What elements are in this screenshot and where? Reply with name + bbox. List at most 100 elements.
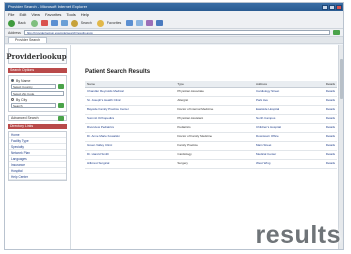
sidebar: Providerlookup Search Options By Name Se… <box>5 45 71 249</box>
menu-edit[interactable]: Edit <box>19 11 26 18</box>
provider-address[interactable]: Medical Center <box>253 150 311 160</box>
search-input[interactable]: Search <box>11 103 56 108</box>
back-label[interactable]: Back <box>18 21 26 25</box>
menu-tools[interactable]: Tools <box>66 11 75 18</box>
details-link[interactable]: Details <box>311 105 337 115</box>
zip-select[interactable]: Select Zip Code <box>11 91 64 96</box>
table-row[interactable]: Hillcrest Surgical Surgery West Wing Det… <box>85 159 337 169</box>
scroll-thumb[interactable] <box>340 59 343 99</box>
provider-type: Pediatrics <box>175 123 254 133</box>
advanced-search-button[interactable]: Advanced Search <box>8 115 67 121</box>
details-link[interactable]: Details <box>311 123 337 133</box>
results-overlay-caption: results <box>255 221 341 249</box>
provider-name[interactable]: St. Joseph's Health Clinic <box>85 96 176 106</box>
provider-address[interactable]: North Campus <box>253 114 311 124</box>
provider-name[interactable]: Dr. Harold Smith <box>85 150 176 160</box>
forward-icon[interactable] <box>30 19 38 27</box>
search-go-button[interactable] <box>58 103 64 108</box>
window-title: Provider Search - Microsoft Internet Exp… <box>8 4 88 9</box>
favorites-icon[interactable] <box>96 19 104 27</box>
provider-type: Family Practice <box>175 141 254 151</box>
provider-address[interactable]: Downtown Office <box>253 132 311 142</box>
provider-type: Physician Associate <box>175 87 254 97</box>
provider-name[interactable]: Green Valley Clinic <box>85 141 176 151</box>
page-content: Providerlookup Search Options By Name Se… <box>5 45 343 249</box>
print-icon[interactable] <box>156 20 164 26</box>
radio-by-city[interactable] <box>11 98 14 101</box>
table-row[interactable]: Dr. Harold Smith Cardiology Medical Cent… <box>85 150 337 160</box>
provider-type: Doctor of Family Medicine <box>175 132 254 142</box>
country-select[interactable]: Select Country <box>11 84 56 89</box>
nav-item[interactable]: Help Center <box>9 174 66 180</box>
provider-address[interactable]: Eastside Hospital <box>253 105 311 115</box>
go-button[interactable] <box>333 30 340 35</box>
details-link[interactable]: Details <box>311 96 337 106</box>
provider-name[interactable]: Dr. Anne Marie Kowalski <box>85 132 176 142</box>
results-table: Name Type Address Details Chandler Reyno… <box>85 81 337 169</box>
provider-address[interactable]: Cardiology Street <box>253 87 311 97</box>
history-icon[interactable] <box>136 20 144 26</box>
vertical-scrollbar[interactable] <box>338 45 343 249</box>
mail-icon[interactable] <box>146 20 154 26</box>
details-link[interactable]: Details <box>311 114 337 124</box>
menu-view[interactable]: View <box>31 11 40 18</box>
address-input[interactable]: http://providerlookup.example/search/res… <box>23 30 330 35</box>
title-bar: Provider Search - Microsoft Internet Exp… <box>5 3 343 11</box>
provider-name[interactable]: Bayside Family Practice Center <box>85 105 176 115</box>
search-icon[interactable] <box>70 19 78 27</box>
provider-name[interactable]: Hillcrest Surgical <box>85 159 176 169</box>
nav-list: Home Facility Type Specialty Network Pla… <box>8 131 67 181</box>
media-icon[interactable] <box>126 20 134 26</box>
provider-name[interactable]: Summit Orthopedics <box>85 114 176 124</box>
table-row[interactable]: Green Valley Clinic Family Practice Main… <box>85 141 337 151</box>
search-label[interactable]: Search <box>81 21 92 25</box>
provider-address[interactable]: Park Ave <box>253 96 311 106</box>
details-link[interactable]: Details <box>311 132 337 142</box>
go-button-country[interactable] <box>58 84 64 89</box>
browser-window: Provider Search - Microsoft Internet Exp… <box>4 2 344 250</box>
table-row[interactable]: Chandler Reynolds Medical Physician Asso… <box>85 87 337 97</box>
table-row[interactable]: Bayside Family Practice Center Doctor of… <box>85 105 337 115</box>
provider-name[interactable]: Riverview Pediatrics <box>85 123 176 133</box>
menu-help[interactable]: Help <box>81 11 89 18</box>
table-row[interactable]: Dr. Anne Marie Kowalski Doctor of Family… <box>85 132 337 142</box>
search-options-header: Search Options <box>8 68 67 73</box>
back-icon[interactable] <box>8 19 15 27</box>
details-link[interactable]: Details <box>311 159 337 169</box>
close-button[interactable] <box>336 4 342 10</box>
main-panel: Patient Search Results Name Type Address… <box>71 45 343 249</box>
details-link[interactable]: Details <box>311 141 337 151</box>
option-label: By Name <box>16 78 31 83</box>
details-link[interactable]: Details <box>311 150 337 160</box>
tab-provider-search[interactable]: Provider Search <box>8 37 48 43</box>
menu-favorites[interactable]: Favorites <box>45 11 61 18</box>
minimize-button[interactable] <box>322 4 328 10</box>
menu-bar: File Edit View Favorites Tools Help <box>5 11 343 18</box>
nav-header: Directory Links <box>8 124 67 129</box>
provider-address[interactable]: Main Street <box>253 141 311 151</box>
advanced-search-label: Advanced Search <box>11 116 39 120</box>
favorites-label[interactable]: Favorites <box>107 21 121 25</box>
home-icon[interactable] <box>60 20 68 26</box>
details-link[interactable]: Details <box>311 87 337 97</box>
table-row[interactable]: Summit Orthopedics Physician Assistant N… <box>85 114 337 124</box>
radio-by-name[interactable] <box>11 79 14 82</box>
table-row[interactable]: St. Joseph's Health Clinic Allergist Par… <box>85 96 337 106</box>
country-select-row: Select Country <box>11 83 64 90</box>
toolbar: Back Search Favorites <box>5 18 343 29</box>
site-logo[interactable]: Providerlookup <box>6 48 67 64</box>
provider-type: Surgery <box>175 159 254 169</box>
table-row[interactable]: Riverview Pediatrics Pediatrics Children… <box>85 123 337 133</box>
provider-address[interactable]: Children's Hospital <box>253 123 311 133</box>
maximize-button[interactable] <box>329 4 335 10</box>
logo-text: Providerlookup <box>6 51 67 61</box>
stop-icon[interactable] <box>40 20 48 26</box>
refresh-icon[interactable] <box>50 20 58 26</box>
search-row: Search <box>11 102 64 109</box>
page-title: Patient Search Results <box>85 69 151 75</box>
provider-name[interactable]: Chandler Reynolds Medical <box>85 87 176 97</box>
provider-address[interactable]: West Wing <box>253 159 311 169</box>
menu-file[interactable]: File <box>8 11 14 18</box>
provider-type: Cardiology <box>175 150 254 160</box>
provider-type: Allergist <box>175 96 254 106</box>
